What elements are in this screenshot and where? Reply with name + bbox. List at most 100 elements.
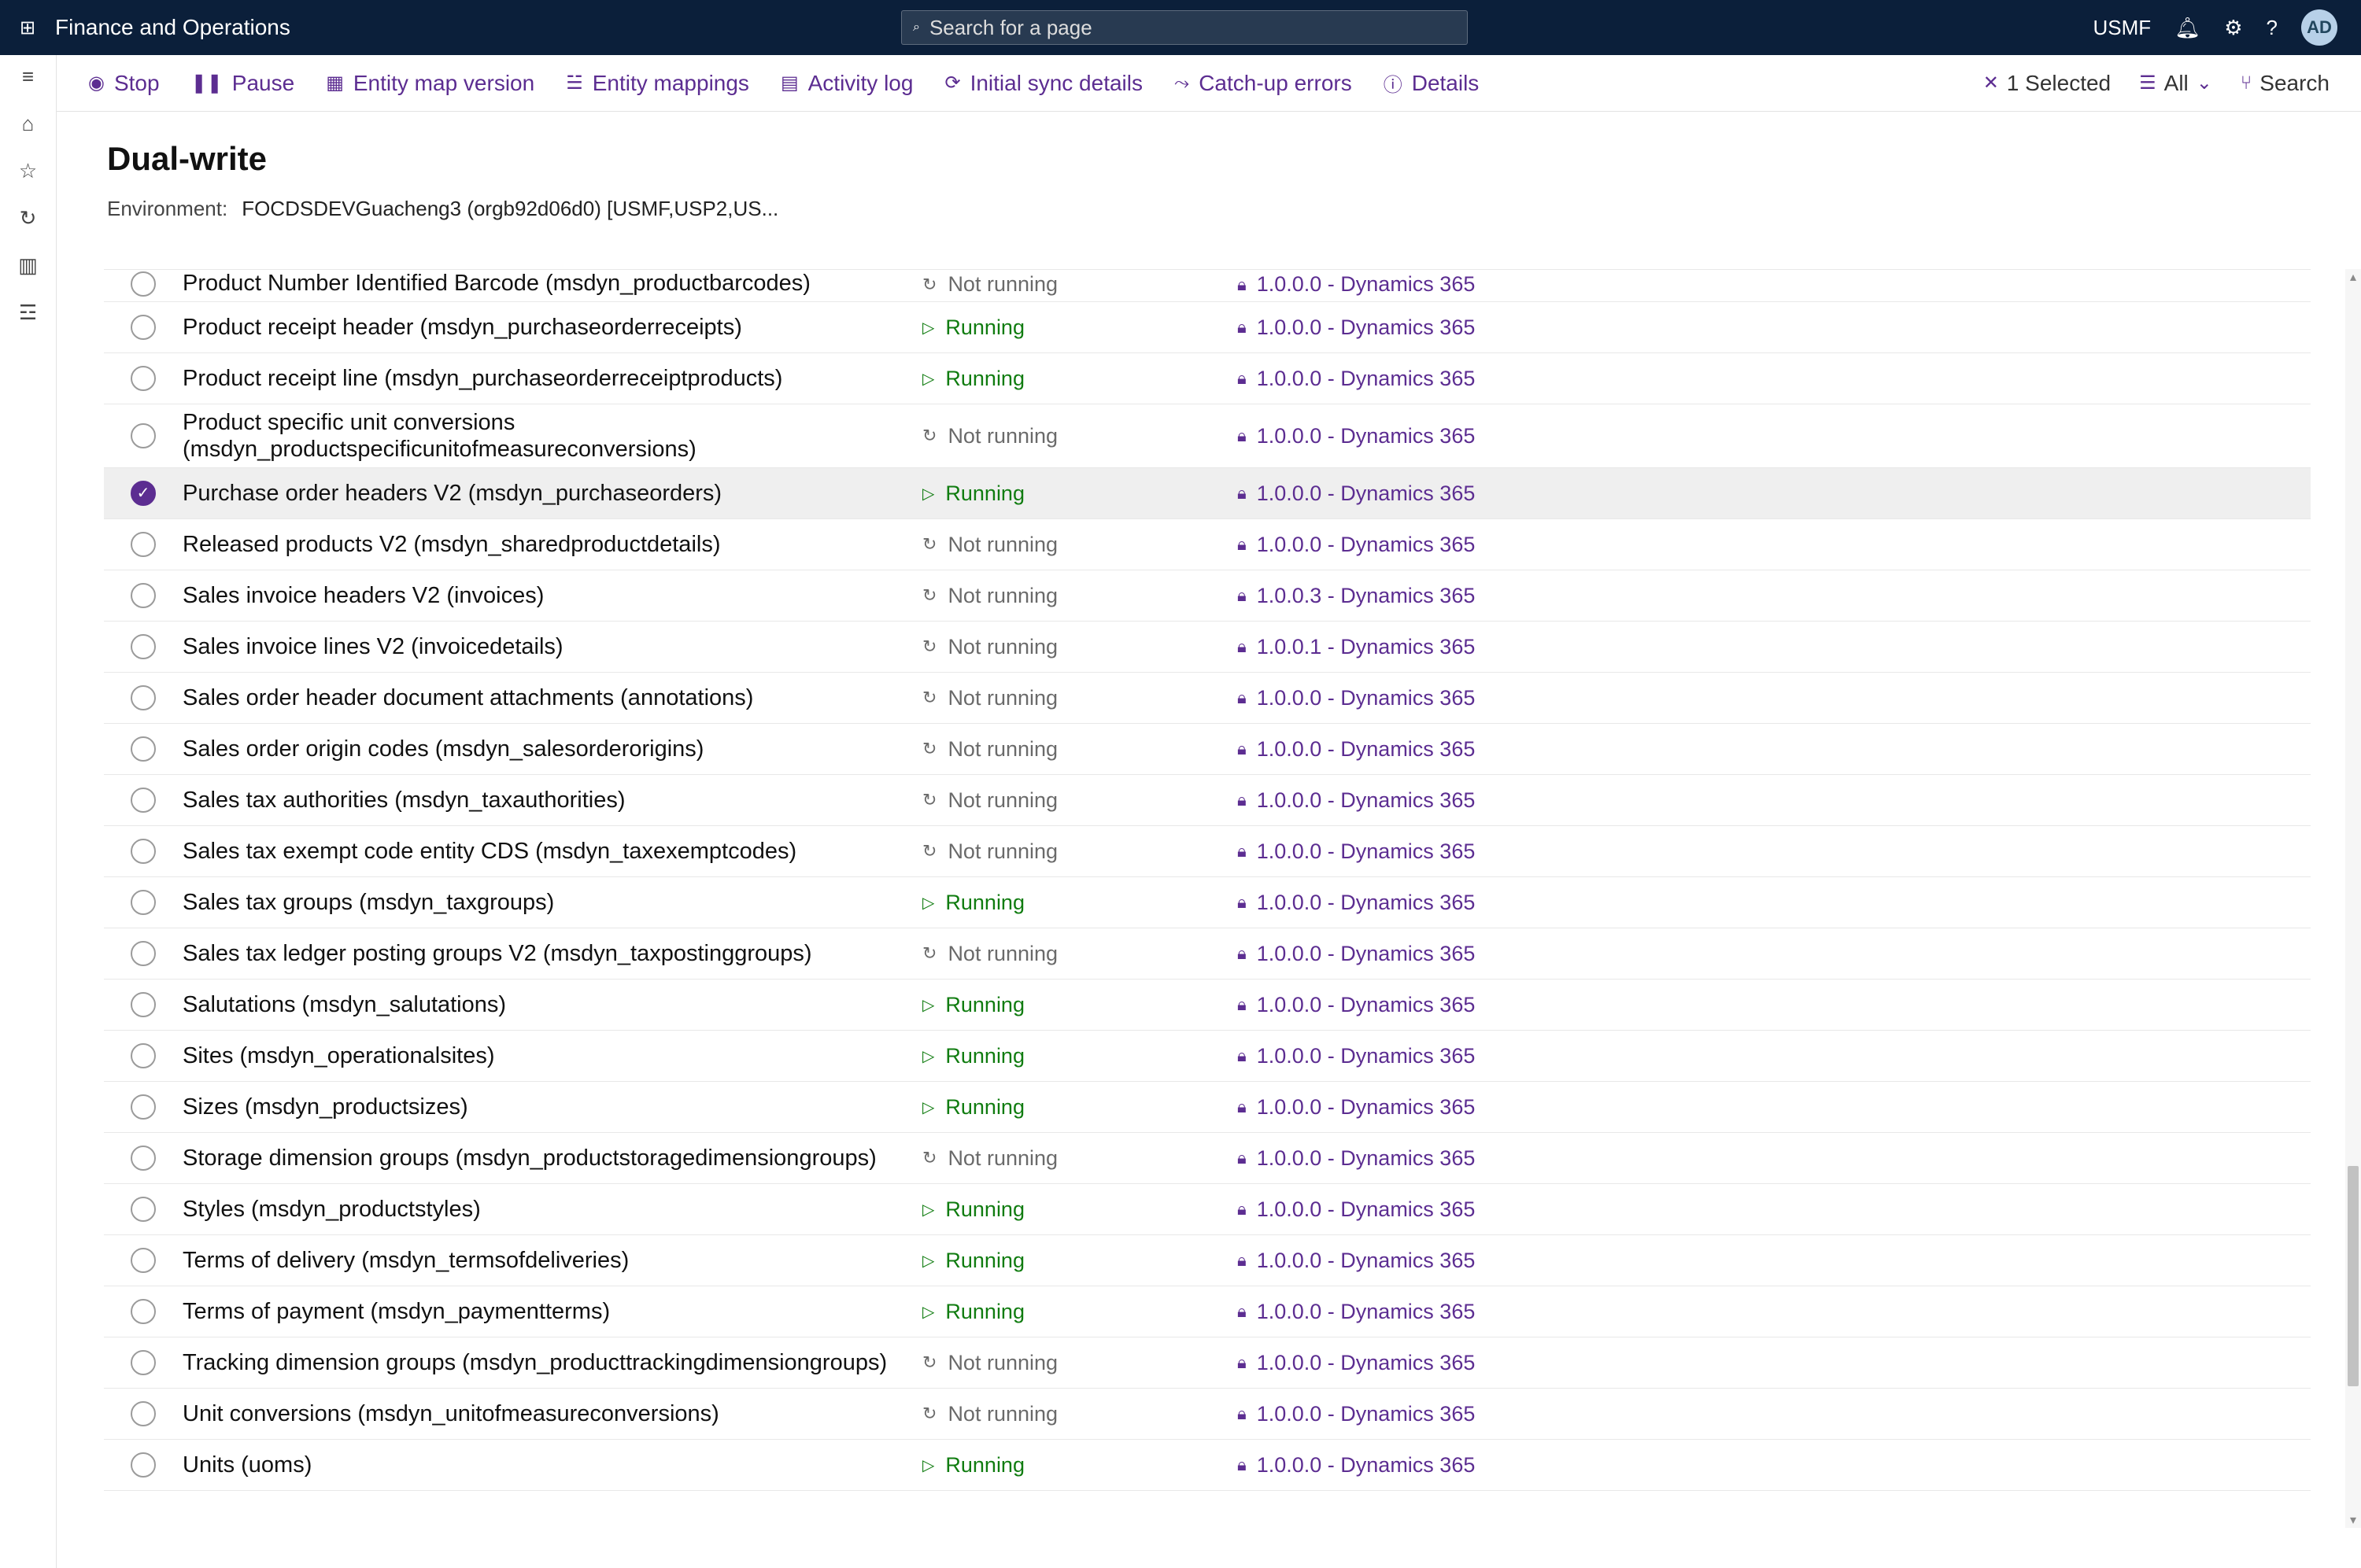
grid-search[interactable]: ⑂Search: [2241, 71, 2330, 96]
row-selector[interactable]: [104, 1401, 183, 1426]
row-selector[interactable]: [104, 992, 183, 1017]
version-cell[interactable]: 🔒︎1.0.0.0 - Dynamics 365: [1237, 1402, 1678, 1426]
table-row[interactable]: Product receipt header (msdyn_purchaseor…: [104, 302, 2311, 353]
entity-name[interactable]: Storage dimension groups (msdyn_products…: [183, 1145, 922, 1171]
initial-sync-details-button[interactable]: ⟳Initial sync details: [944, 71, 1143, 96]
stop-button[interactable]: ◉Stop: [88, 71, 160, 96]
table-row[interactable]: Product Number Identified Barcode (msdyn…: [104, 269, 2311, 302]
table-row[interactable]: Tracking dimension groups (msdyn_product…: [104, 1337, 2311, 1389]
version-cell[interactable]: 🔒︎1.0.0.0 - Dynamics 365: [1237, 839, 1678, 864]
entity-name[interactable]: Product receipt header (msdyn_purchaseor…: [183, 314, 922, 341]
search-input[interactable]: [929, 16, 1456, 40]
entity-name[interactable]: Styles (msdyn_productstyles): [183, 1196, 922, 1223]
table-row[interactable]: Sales tax exempt code entity CDS (msdyn_…: [104, 826, 2311, 877]
modules-icon[interactable]: ☲: [15, 299, 42, 326]
pause-button[interactable]: ❚❚Pause: [191, 71, 295, 96]
radio-icon[interactable]: [131, 1350, 156, 1375]
entity-mappings-button[interactable]: ☱Entity mappings: [566, 71, 749, 96]
help-icon[interactable]: ?: [2267, 16, 2278, 40]
entity-map-version-button[interactable]: ▦Entity map version: [326, 71, 534, 96]
selection-count[interactable]: ✕1 Selected: [1983, 71, 2111, 96]
radio-icon[interactable]: [131, 315, 156, 340]
recent-icon[interactable]: ↻: [15, 205, 42, 231]
table-row[interactable]: Product specific unit conversions (msdyn…: [104, 404, 2311, 468]
version-cell[interactable]: 🔒︎1.0.0.0 - Dynamics 365: [1237, 788, 1678, 813]
version-cell[interactable]: 🔒︎1.0.0.0 - Dynamics 365: [1237, 737, 1678, 762]
table-row[interactable]: Sales order header document attachments …: [104, 673, 2311, 724]
version-cell[interactable]: 🔒︎1.0.0.0 - Dynamics 365: [1237, 891, 1678, 915]
table-row[interactable]: Unit conversions (msdyn_unitofmeasurecon…: [104, 1389, 2311, 1440]
catch-up-errors-button[interactable]: ⤳Catch-up errors: [1174, 71, 1352, 96]
radio-checked-icon[interactable]: [131, 481, 156, 506]
version-cell[interactable]: 🔒︎1.0.0.0 - Dynamics 365: [1237, 1300, 1678, 1324]
version-cell[interactable]: 🔒︎1.0.0.0 - Dynamics 365: [1237, 272, 1678, 297]
scroll-up-icon[interactable]: ▴: [2345, 269, 2361, 285]
table-row[interactable]: Sales tax groups (msdyn_taxgroups)▷Runni…: [104, 877, 2311, 928]
bell-icon[interactable]: 🔔︎: [2174, 16, 2200, 40]
row-selector[interactable]: [104, 1350, 183, 1375]
version-cell[interactable]: 🔒︎1.0.0.0 - Dynamics 365: [1237, 1095, 1678, 1120]
workspace-icon[interactable]: ▥: [15, 252, 42, 279]
table-row[interactable]: Sales tax authorities (msdyn_taxauthorit…: [104, 775, 2311, 826]
row-selector[interactable]: [104, 736, 183, 762]
radio-icon[interactable]: [131, 366, 156, 391]
entity-name[interactable]: Unit conversions (msdyn_unitofmeasurecon…: [183, 1400, 922, 1427]
entity-name[interactable]: Sales tax exempt code entity CDS (msdyn_…: [183, 838, 922, 865]
table-row[interactable]: Sizes (msdyn_productsizes)▷Running🔒︎1.0.…: [104, 1082, 2311, 1133]
table-row[interactable]: Product receipt line (msdyn_purchaseorde…: [104, 353, 2311, 404]
entity-name[interactable]: Product Number Identified Barcode (msdyn…: [183, 270, 922, 297]
version-cell[interactable]: 🔒︎1.0.0.3 - Dynamics 365: [1237, 584, 1678, 608]
app-launcher-icon[interactable]: ⊞: [0, 0, 55, 55]
avatar[interactable]: AD: [2301, 9, 2337, 46]
details-button[interactable]: ⓘDetails: [1384, 69, 1480, 97]
global-search[interactable]: ⌕: [901, 10, 1468, 45]
entity-name[interactable]: Sales order header document attachments …: [183, 684, 922, 711]
version-cell[interactable]: 🔒︎1.0.0.0 - Dynamics 365: [1237, 367, 1678, 391]
radio-icon[interactable]: [131, 532, 156, 557]
row-selector[interactable]: [104, 271, 183, 297]
row-selector[interactable]: [104, 1452, 183, 1478]
row-selector[interactable]: [104, 1197, 183, 1222]
entity-name[interactable]: Sales tax authorities (msdyn_taxauthorit…: [183, 787, 922, 814]
entity-name[interactable]: Purchase order headers V2 (msdyn_purchas…: [183, 480, 922, 507]
row-selector[interactable]: [104, 1248, 183, 1273]
radio-icon[interactable]: [131, 788, 156, 813]
version-cell[interactable]: 🔒︎1.0.0.0 - Dynamics 365: [1237, 1249, 1678, 1273]
version-cell[interactable]: 🔒︎1.0.0.0 - Dynamics 365: [1237, 424, 1678, 448]
entity-name[interactable]: Sales tax ledger posting groups V2 (msdy…: [183, 940, 922, 967]
table-row[interactable]: Released products V2 (msdyn_sharedproduc…: [104, 519, 2311, 570]
star-icon[interactable]: ☆: [15, 157, 42, 184]
radio-icon[interactable]: [131, 1043, 156, 1068]
radio-icon[interactable]: [131, 1248, 156, 1273]
radio-icon[interactable]: [131, 423, 156, 448]
filter-all[interactable]: ☰All⌄: [2139, 71, 2212, 96]
environment-value[interactable]: FOCDSDEVGuacheng3 (orgb92d06d0) [USMF,US…: [242, 197, 778, 221]
table-row[interactable]: Sites (msdyn_operationalsites)▷Running🔒︎…: [104, 1031, 2311, 1082]
row-selector[interactable]: [104, 839, 183, 864]
radio-icon[interactable]: [131, 1197, 156, 1222]
entity-name[interactable]: Sizes (msdyn_productsizes): [183, 1094, 922, 1120]
row-selector[interactable]: [104, 1299, 183, 1324]
radio-icon[interactable]: [131, 271, 156, 297]
row-selector[interactable]: [104, 1146, 183, 1171]
version-cell[interactable]: 🔒︎1.0.0.0 - Dynamics 365: [1237, 1146, 1678, 1171]
radio-icon[interactable]: [131, 1094, 156, 1120]
row-selector[interactable]: [104, 941, 183, 966]
radio-icon[interactable]: [131, 685, 156, 710]
table-row[interactable]: Purchase order headers V2 (msdyn_purchas…: [104, 468, 2311, 519]
version-cell[interactable]: 🔒︎1.0.0.0 - Dynamics 365: [1237, 315, 1678, 340]
version-cell[interactable]: 🔒︎1.0.0.0 - Dynamics 365: [1237, 481, 1678, 506]
entity-name[interactable]: Salutations (msdyn_salutations): [183, 991, 922, 1018]
table-row[interactable]: Sales tax ledger posting groups V2 (msdy…: [104, 928, 2311, 980]
entity-name[interactable]: Sales order origin codes (msdyn_salesord…: [183, 736, 922, 762]
radio-icon[interactable]: [131, 1452, 156, 1478]
radio-icon[interactable]: [131, 1299, 156, 1324]
gear-icon[interactable]: ⚙: [2224, 16, 2242, 40]
radio-icon[interactable]: [131, 992, 156, 1017]
entity-name[interactable]: Units (uoms): [183, 1452, 922, 1478]
table-row[interactable]: Sales order origin codes (msdyn_salesord…: [104, 724, 2311, 775]
entity-name[interactable]: Product receipt line (msdyn_purchaseorde…: [183, 365, 922, 392]
scroll-thumb[interactable]: [2348, 1166, 2359, 1386]
entity-name[interactable]: Product specific unit conversions (msdyn…: [183, 409, 922, 463]
entity-name[interactable]: Terms of delivery (msdyn_termsofdeliveri…: [183, 1247, 922, 1274]
